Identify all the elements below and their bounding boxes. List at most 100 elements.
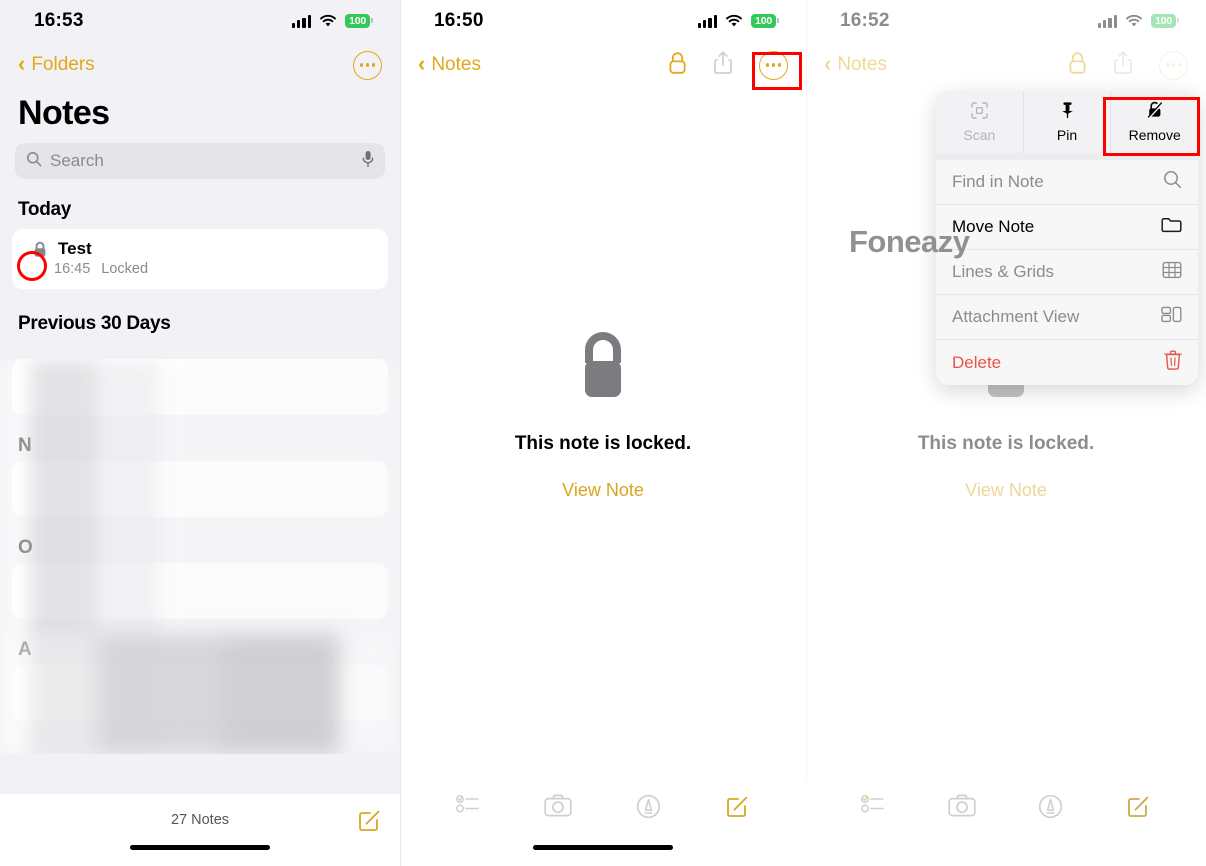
scan-action[interactable]: Scan bbox=[936, 91, 1024, 153]
search-input[interactable]: Search bbox=[15, 143, 385, 179]
status-indicators: 100 bbox=[291, 14, 373, 28]
nav-bar: ‹ Notes bbox=[806, 42, 1206, 88]
status-indicators: 100 bbox=[697, 14, 779, 28]
share-icon bbox=[713, 50, 733, 80]
ellipsis-circle-icon bbox=[353, 50, 382, 80]
checklist-icon[interactable] bbox=[861, 794, 885, 819]
wifi-icon bbox=[725, 14, 743, 28]
cellular-signal-icon bbox=[697, 14, 718, 28]
locked-note-body: This note is locked. View Note bbox=[400, 330, 806, 501]
redacted-note-card bbox=[12, 665, 388, 721]
share-icon bbox=[1113, 50, 1133, 80]
menu-item-label: Attachment View bbox=[952, 307, 1080, 326]
note-context-menu: Scan Pin Remove Find in Note Move Note L… bbox=[936, 91, 1198, 385]
more-options-button[interactable] bbox=[759, 50, 788, 80]
note-editor-toolbar bbox=[400, 780, 806, 866]
redacted-note-card bbox=[12, 563, 388, 619]
status-time: 16:52 bbox=[840, 10, 890, 31]
view-note-button[interactable]: View Note bbox=[965, 480, 1047, 501]
menu-item-lines-and-grids[interactable]: Lines & Grids bbox=[936, 250, 1198, 295]
battery-indicator: 100 bbox=[345, 14, 373, 28]
camera-icon[interactable] bbox=[948, 794, 976, 822]
panel-divider bbox=[400, 0, 401, 866]
wifi-icon bbox=[1125, 14, 1143, 28]
remove-label: Remove bbox=[1128, 127, 1181, 143]
compose-icon[interactable] bbox=[725, 794, 750, 824]
menu-item-find-in-note[interactable]: Find in Note bbox=[936, 160, 1198, 205]
unlock-icon bbox=[1146, 101, 1164, 122]
lock-icon bbox=[1068, 51, 1087, 80]
note-meta-row: 16:45 Locked bbox=[26, 261, 374, 277]
redacted-note-card bbox=[12, 461, 388, 517]
notes-list-footer: 27 Notes bbox=[0, 794, 400, 866]
microphone-icon[interactable] bbox=[362, 150, 374, 173]
note-status: Locked bbox=[101, 261, 149, 277]
section-header-today: Today bbox=[18, 199, 72, 220]
pin-action[interactable]: Pin bbox=[1024, 91, 1112, 153]
remove-lock-action[interactable]: Remove bbox=[1111, 91, 1198, 153]
note-title-row: Test bbox=[26, 239, 374, 259]
attachment-view-icon bbox=[1161, 306, 1182, 328]
redacted-note-card bbox=[12, 359, 388, 415]
menu-item-attachment-view[interactable]: Attachment View bbox=[936, 295, 1198, 340]
lock-icon bbox=[26, 241, 54, 258]
chevron-left-icon: ‹ bbox=[824, 51, 832, 76]
cellular-signal-icon bbox=[291, 14, 312, 28]
menu-separator bbox=[936, 153, 1198, 160]
markup-pen-icon[interactable] bbox=[636, 794, 661, 824]
compose-icon[interactable] bbox=[1126, 794, 1151, 824]
note-editor-toolbar bbox=[806, 780, 1206, 866]
share-button[interactable] bbox=[713, 50, 733, 80]
menu-item-label: Delete bbox=[952, 352, 1002, 372]
more-options-button[interactable] bbox=[1159, 50, 1188, 80]
nav-actions bbox=[668, 50, 788, 80]
menu-item-delete[interactable]: Delete bbox=[936, 340, 1198, 385]
view-note-button[interactable]: View Note bbox=[562, 480, 644, 501]
locked-message: This note is locked. bbox=[514, 433, 692, 454]
lock-note-button[interactable] bbox=[1068, 51, 1087, 80]
search-icon bbox=[1163, 170, 1182, 194]
search-placeholder: Search bbox=[50, 151, 104, 170]
back-label: Notes bbox=[837, 54, 887, 75]
status-indicators: 100 bbox=[1097, 14, 1179, 28]
ellipsis-circle-icon bbox=[1159, 50, 1188, 80]
lock-note-button[interactable] bbox=[668, 51, 687, 80]
chevron-left-icon: ‹ bbox=[418, 51, 426, 76]
search-icon bbox=[26, 151, 42, 172]
pin-label: Pin bbox=[1056, 127, 1078, 143]
redacted-notes-region: N O A bbox=[0, 359, 400, 754]
status-bar: 16:53 100 bbox=[0, 0, 400, 42]
notes-count-label: 27 Notes bbox=[170, 812, 230, 828]
home-indicator bbox=[533, 844, 673, 850]
markup-pen-icon[interactable] bbox=[1038, 794, 1063, 824]
checklist-icon[interactable] bbox=[456, 794, 480, 819]
more-options-button[interactable] bbox=[353, 50, 382, 80]
compose-note-button[interactable] bbox=[357, 808, 382, 838]
back-to-folders-button[interactable]: ‹ Folders bbox=[18, 53, 95, 76]
back-to-notes-button[interactable]: ‹ Notes bbox=[418, 51, 481, 76]
back-label: Notes bbox=[431, 54, 481, 75]
redacted-section-header: N bbox=[18, 435, 32, 456]
panel-note-context-menu: 16:52 100 ‹ Notes This note is locked. V… bbox=[806, 0, 1206, 866]
status-time: 16:50 bbox=[434, 10, 484, 31]
menu-item-label: Move Note bbox=[952, 217, 1035, 236]
menu-item-label: Find in Note bbox=[952, 172, 1044, 191]
status-bar: 16:50 100 bbox=[400, 0, 806, 42]
note-list-item[interactable]: Test 16:45 Locked bbox=[12, 229, 388, 289]
camera-icon[interactable] bbox=[544, 794, 572, 822]
nav-actions bbox=[1068, 50, 1188, 80]
menu-item-label: Lines & Grids bbox=[952, 262, 1055, 281]
quick-actions-row: Scan Pin Remove bbox=[936, 91, 1198, 153]
share-button[interactable] bbox=[1113, 50, 1133, 80]
home-indicator bbox=[130, 844, 270, 850]
wifi-icon bbox=[319, 14, 337, 28]
note-title: Test bbox=[58, 239, 92, 258]
grid-icon bbox=[1162, 261, 1182, 284]
folder-icon bbox=[1161, 216, 1182, 238]
back-to-notes-button[interactable]: ‹ Notes bbox=[824, 51, 887, 76]
pin-icon bbox=[1059, 101, 1076, 122]
panel-locked-note: 16:50 100 ‹ Notes This note is locked. V… bbox=[400, 0, 806, 866]
menu-item-move-note[interactable]: Move Note bbox=[936, 205, 1198, 250]
status-time: 16:53 bbox=[34, 10, 84, 31]
cellular-signal-icon bbox=[1097, 14, 1118, 28]
